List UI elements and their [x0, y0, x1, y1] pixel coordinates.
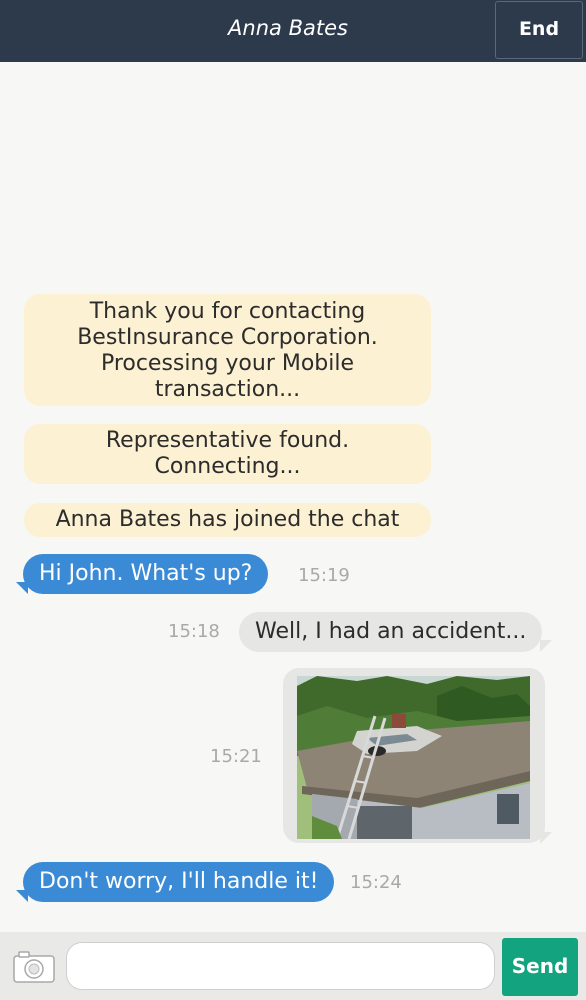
- message-timestamp: 15:21: [210, 746, 262, 767]
- end-chat-button[interactable]: End: [495, 1, 583, 59]
- message-bubble-agent: Hi John. What's up?: [23, 554, 269, 594]
- accident-photo[interactable]: [297, 676, 530, 839]
- camera-icon: [13, 951, 55, 983]
- chat-title: Anna Bates: [228, 16, 348, 40]
- system-message-joined: Anna Bates has joined the chat: [24, 503, 431, 537]
- message-input[interactable]: [66, 942, 495, 990]
- camera-button[interactable]: [12, 948, 56, 984]
- system-message-welcome: Thank you for contacting BestInsurance C…: [24, 294, 431, 406]
- message-timestamp: 15:18: [168, 621, 220, 642]
- message-timestamp: 15:24: [350, 872, 402, 893]
- system-message-connecting: Representative found. Connecting...: [24, 424, 431, 484]
- chat-header: Anna Bates End: [0, 0, 586, 62]
- accident-photo-image: [297, 676, 530, 839]
- bubble-tail: [540, 640, 552, 652]
- message-bubble-agent: Don't worry, I'll handle it!: [23, 862, 335, 902]
- message-bubble-user: Well, I had an accident...: [239, 612, 543, 652]
- message-timestamp: 15:19: [298, 565, 350, 586]
- send-button[interactable]: Send: [502, 938, 578, 996]
